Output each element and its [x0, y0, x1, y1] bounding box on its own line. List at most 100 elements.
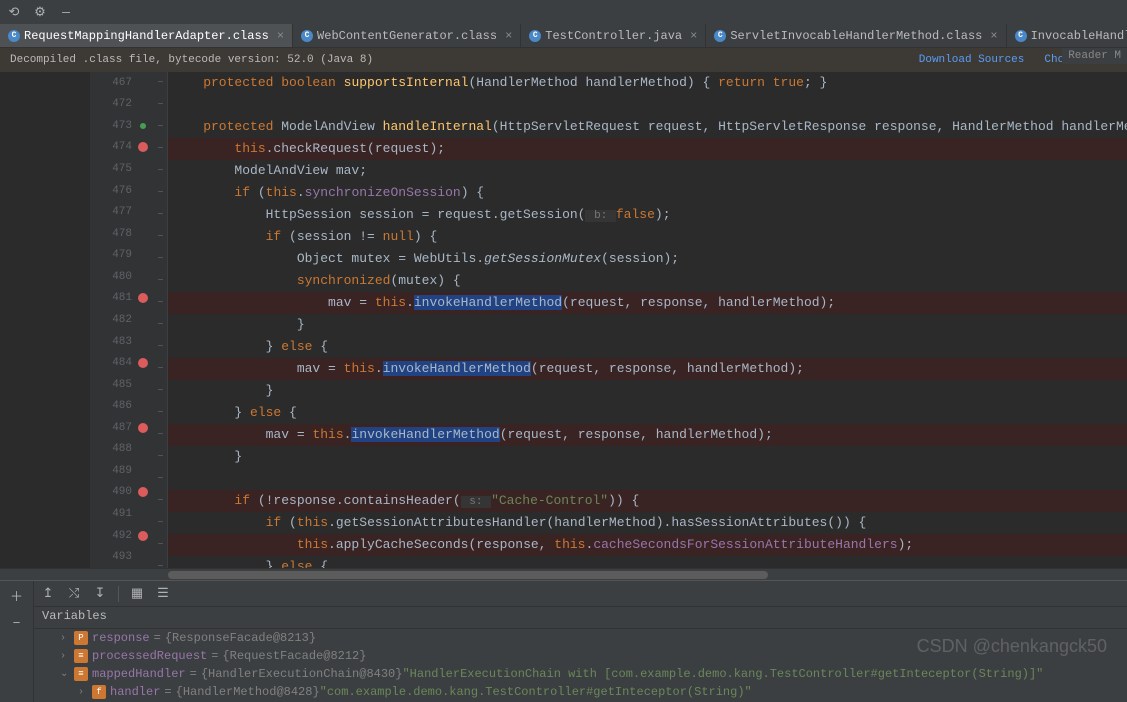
fold-marker[interactable]: − — [154, 358, 167, 380]
scrollbar-thumb[interactable] — [168, 571, 768, 579]
fold-marker[interactable]: − — [154, 314, 167, 336]
fold-marker[interactable]: − — [154, 534, 167, 556]
code-line[interactable]: if (session != null) { — [168, 226, 1127, 248]
variable-row[interactable]: ›fhandler = {HandlerMethod@8428} "com.ex… — [34, 683, 1127, 701]
gutter-line[interactable]: 492 — [90, 525, 154, 547]
gutter-line[interactable]: 479 — [90, 245, 154, 267]
gutter-line[interactable]: 467 — [90, 72, 154, 94]
refresh-icon[interactable]: ⟲ — [6, 4, 22, 20]
code-line[interactable]: } — [168, 380, 1127, 402]
fold-marker[interactable]: − — [154, 402, 167, 424]
code-content[interactable]: protected boolean supportsInternal(Handl… — [168, 72, 1127, 568]
variable-row[interactable]: ›Presponse = {ResponseFacade@8213} — [34, 629, 1127, 647]
fold-marker[interactable]: − — [154, 204, 167, 226]
download-sources-link[interactable]: Download Sources — [919, 54, 1025, 66]
gutter-line[interactable]: 475 — [90, 158, 154, 180]
gear-icon[interactable]: ⚙ — [32, 4, 48, 20]
collapse-icon[interactable]: — — [58, 4, 74, 20]
expand-arrow-icon[interactable]: › — [60, 633, 74, 644]
list-view-icon[interactable]: ☰ — [155, 586, 171, 602]
gutter-line[interactable]: 472 — [90, 94, 154, 116]
code-line[interactable]: this.checkRequest(request); — [168, 138, 1127, 160]
code-line[interactable]: synchronized(mutex) { — [168, 270, 1127, 292]
table-view-icon[interactable]: ▦ — [129, 586, 145, 602]
fold-marker[interactable]: − — [154, 138, 167, 160]
fold-marker[interactable]: − — [154, 116, 167, 138]
close-icon[interactable]: × — [990, 29, 997, 43]
fold-marker[interactable]: − — [154, 468, 167, 490]
reader-mode-badge[interactable]: Reader M — [1062, 48, 1127, 64]
code-line[interactable] — [168, 94, 1127, 116]
code-line[interactable]: mav = this.invokeHandlerMethod(request, … — [168, 424, 1127, 446]
gutter-line[interactable]: 486 — [90, 395, 154, 417]
fold-marker[interactable]: − — [154, 94, 167, 116]
gutter-line[interactable]: 478 — [90, 223, 154, 245]
breakpoint-icon[interactable] — [138, 358, 148, 368]
fold-marker[interactable]: − — [154, 424, 167, 446]
fold-marker[interactable]: − — [154, 72, 167, 94]
gutter-line[interactable]: 491 — [90, 503, 154, 525]
code-line[interactable] — [168, 468, 1127, 490]
editor-tab[interactable]: CRequestMappingHandlerAdapter.class× — [0, 24, 293, 47]
gutter-line[interactable]: 474 — [90, 137, 154, 159]
breakpoint-icon[interactable] — [138, 142, 148, 152]
fold-marker[interactable]: − — [154, 248, 167, 270]
breakpoint-icon[interactable] — [138, 293, 148, 303]
fold-gutter[interactable]: −−−−−−−−−−−−−−−−−−−−−−− — [154, 72, 168, 568]
variables-tree[interactable]: ›Presponse = {ResponseFacade@8213}›≡proc… — [34, 629, 1127, 702]
fold-marker[interactable]: − — [154, 160, 167, 182]
code-line[interactable]: HttpSession session = request.getSession… — [168, 204, 1127, 226]
gutter-line[interactable]: 490 — [90, 482, 154, 504]
code-line[interactable]: mav = this.invokeHandlerMethod(request, … — [168, 358, 1127, 380]
step-icon[interactable]: ↧ — [92, 586, 108, 602]
variable-row[interactable]: ⌄≡mappedHandler = {HandlerExecutionChain… — [34, 665, 1127, 683]
close-icon[interactable]: × — [277, 29, 284, 43]
export-icon[interactable]: ↥ — [40, 586, 56, 602]
close-icon[interactable]: × — [690, 29, 697, 43]
line-gutter[interactable]: 467472473474475476477478479480481482483 4… — [90, 72, 154, 568]
code-line[interactable]: } — [168, 446, 1127, 468]
fold-marker[interactable]: − — [154, 292, 167, 314]
breakpoint-icon[interactable] — [138, 423, 148, 433]
fold-marker[interactable]: − — [154, 512, 167, 534]
expand-arrow-icon[interactable]: › — [78, 687, 92, 698]
fold-marker[interactable]: − — [154, 182, 167, 204]
remove-watch-button[interactable]: − — [0, 609, 33, 637]
gutter-line[interactable]: 489 — [90, 460, 154, 482]
gutter-line[interactable]: 477 — [90, 201, 154, 223]
breakpoint-icon[interactable] — [138, 487, 148, 497]
fold-marker[interactable]: − — [154, 380, 167, 402]
gutter-line[interactable]: 481 — [90, 288, 154, 310]
code-line[interactable]: if (this.synchronizeOnSession) { — [168, 182, 1127, 204]
gutter-line[interactable]: 482 — [90, 309, 154, 331]
gutter-line[interactable]: 487 — [90, 417, 154, 439]
code-line[interactable]: Object mutex = WebUtils.getSessionMutex(… — [168, 248, 1127, 270]
expand-arrow-icon[interactable]: › — [60, 651, 74, 662]
fold-marker[interactable]: − — [154, 270, 167, 292]
code-line[interactable]: } else { — [168, 336, 1127, 358]
gutter-line[interactable]: 480 — [90, 266, 154, 288]
close-icon[interactable]: × — [505, 29, 512, 43]
code-line[interactable]: } else { — [168, 402, 1127, 424]
gutter-line[interactable]: 483 — [90, 331, 154, 353]
shuffle-icon[interactable]: ⤭ — [66, 586, 82, 602]
add-watch-button[interactable]: ＋ — [0, 581, 33, 609]
code-line[interactable]: this.applyCacheSeconds(response, this.ca… — [168, 534, 1127, 556]
editor-tab[interactable]: CTestController.java× — [521, 24, 706, 47]
code-line[interactable]: } else { — [168, 556, 1127, 568]
override-marker-icon[interactable] — [140, 123, 146, 129]
code-line[interactable]: mav = this.invokeHandlerMethod(request, … — [168, 292, 1127, 314]
code-line[interactable]: if (this.getSessionAttributesHandler(han… — [168, 512, 1127, 534]
fold-marker[interactable]: − — [154, 226, 167, 248]
code-line[interactable]: if (!response.containsHeader( s: "Cache-… — [168, 490, 1127, 512]
editor-tab[interactable]: CWebContentGenerator.class× — [293, 24, 521, 47]
variable-row[interactable]: ›≡processedRequest = {RequestFacade@8212… — [34, 647, 1127, 665]
gutter-line[interactable]: 473 — [90, 115, 154, 137]
gutter-line[interactable]: 485 — [90, 374, 154, 396]
code-line[interactable]: protected boolean supportsInternal(Handl… — [168, 72, 1127, 94]
gutter-line[interactable]: 476 — [90, 180, 154, 202]
fold-marker[interactable]: − — [154, 446, 167, 468]
horizontal-scrollbar[interactable] — [0, 568, 1127, 580]
editor-tab[interactable]: CInvocableHandle× — [1007, 24, 1127, 47]
gutter-line[interactable]: 488 — [90, 439, 154, 461]
